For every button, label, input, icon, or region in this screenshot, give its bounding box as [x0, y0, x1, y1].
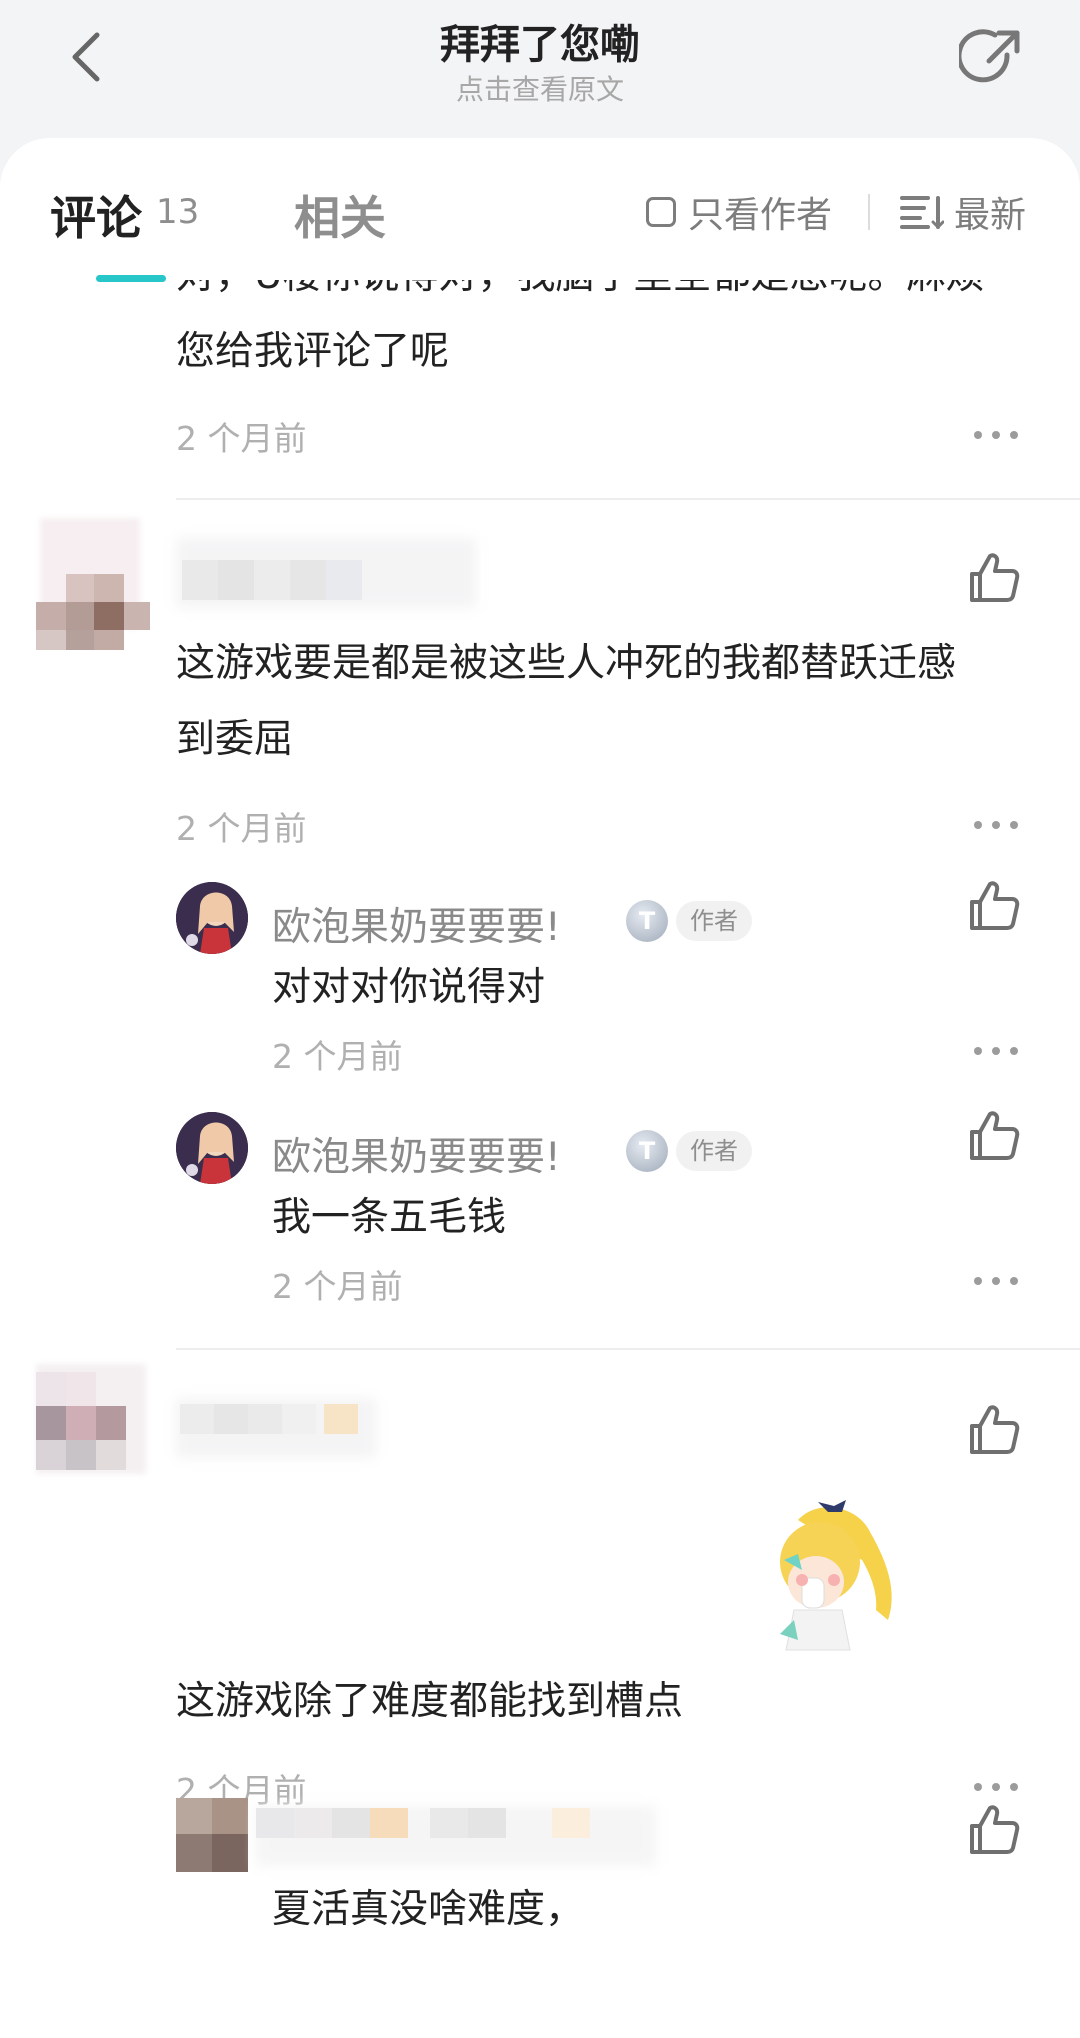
more-options-icon[interactable]	[974, 428, 1018, 442]
reply-username[interactable]: 欧泡果奶要要要!	[272, 896, 561, 952]
reply-time: 2 个月前	[272, 1037, 403, 1076]
only-author-label: 只看作者	[688, 195, 833, 236]
comment-text: 到委屈	[176, 717, 294, 762]
author-tag: 作者	[676, 901, 752, 941]
comment-text: 这游戏除了难度都能找到槽点	[176, 1679, 684, 1724]
thumbs-up-icon	[970, 553, 1020, 602]
level-badge: T	[626, 1130, 668, 1172]
avatar[interactable]	[176, 882, 248, 954]
like-button[interactable]	[966, 1108, 1022, 1164]
comments-panel: 评论 13 相关 只看作者 最新 对，U楼你说得对，我脑子里全都是想呢。麻烦 您…	[0, 138, 1080, 2038]
thumbs-up-icon	[970, 1805, 1020, 1854]
sticker-image	[758, 1500, 908, 1670]
tab-bar: 评论 13 相关 只看作者 最新	[0, 138, 1080, 282]
divider	[176, 1348, 1080, 1350]
avatar[interactable]	[30, 1358, 150, 1488]
divider	[868, 194, 870, 230]
like-button[interactable]	[966, 878, 1022, 934]
username-redacted[interactable]	[176, 538, 476, 608]
comment-text: 这游戏要是都是被这些人冲死的我都替跃迁感	[176, 641, 957, 686]
more-options-icon[interactable]	[974, 1044, 1018, 1058]
comment-time: 2 个月前	[176, 809, 307, 848]
more-options-icon[interactable]	[974, 1274, 1018, 1288]
reply-time: 2 个月前	[272, 1267, 403, 1306]
only-author-toggle[interactable]: 只看作者	[646, 186, 832, 238]
top-bar: 拜拜了您嘞 点击查看原文	[0, 0, 1080, 140]
tab-comments[interactable]: 评论	[50, 182, 142, 248]
sort-button[interactable]: 最新	[900, 186, 1026, 238]
sort-label: 最新	[954, 195, 1027, 236]
share-button[interactable]	[952, 18, 1032, 98]
page-title[interactable]: 拜拜了您嘞	[0, 12, 1080, 70]
anime-sticker-image	[780, 1500, 892, 1651]
more-options-icon[interactable]	[974, 818, 1018, 832]
avatar-image	[176, 882, 248, 954]
thumbs-up-icon	[970, 1405, 1020, 1454]
reply-text: 夏活真没啥难度，	[272, 1887, 585, 1932]
active-tab-indicator	[96, 275, 166, 282]
more-options-icon[interactable]	[974, 1780, 1018, 1794]
tab-related[interactable]: 相关	[294, 182, 386, 248]
comment-time: 2 个月前	[176, 419, 307, 458]
avatar-image	[176, 1112, 248, 1184]
divider	[176, 498, 1080, 500]
thumbs-up-icon	[970, 1111, 1020, 1160]
thumbs-up-icon	[970, 881, 1020, 930]
reply-text: 对对对你说得对	[272, 965, 546, 1010]
level-badge: T	[626, 900, 668, 942]
like-button[interactable]	[966, 1802, 1022, 1858]
avatar[interactable]	[176, 1112, 248, 1184]
like-button[interactable]	[966, 550, 1022, 606]
comments-count: 13	[156, 192, 200, 232]
reply-username[interactable]: 欧泡果奶要要要!	[272, 1126, 561, 1182]
avatar[interactable]	[30, 508, 150, 650]
like-button[interactable]	[966, 1402, 1022, 1458]
username-redacted[interactable]	[176, 1398, 376, 1458]
checkbox-icon	[646, 197, 676, 227]
username-redacted[interactable]	[256, 1806, 656, 1866]
sort-icon	[900, 196, 944, 230]
reply-text: 我一条五毛钱	[272, 1195, 507, 1240]
view-original-link[interactable]: 点击查看原文	[0, 68, 1080, 108]
comment-text: 您给我评论了呢	[176, 329, 450, 374]
share-icon	[959, 29, 1020, 83]
author-tag: 作者	[676, 1131, 752, 1171]
avatar[interactable]	[176, 1798, 256, 1872]
